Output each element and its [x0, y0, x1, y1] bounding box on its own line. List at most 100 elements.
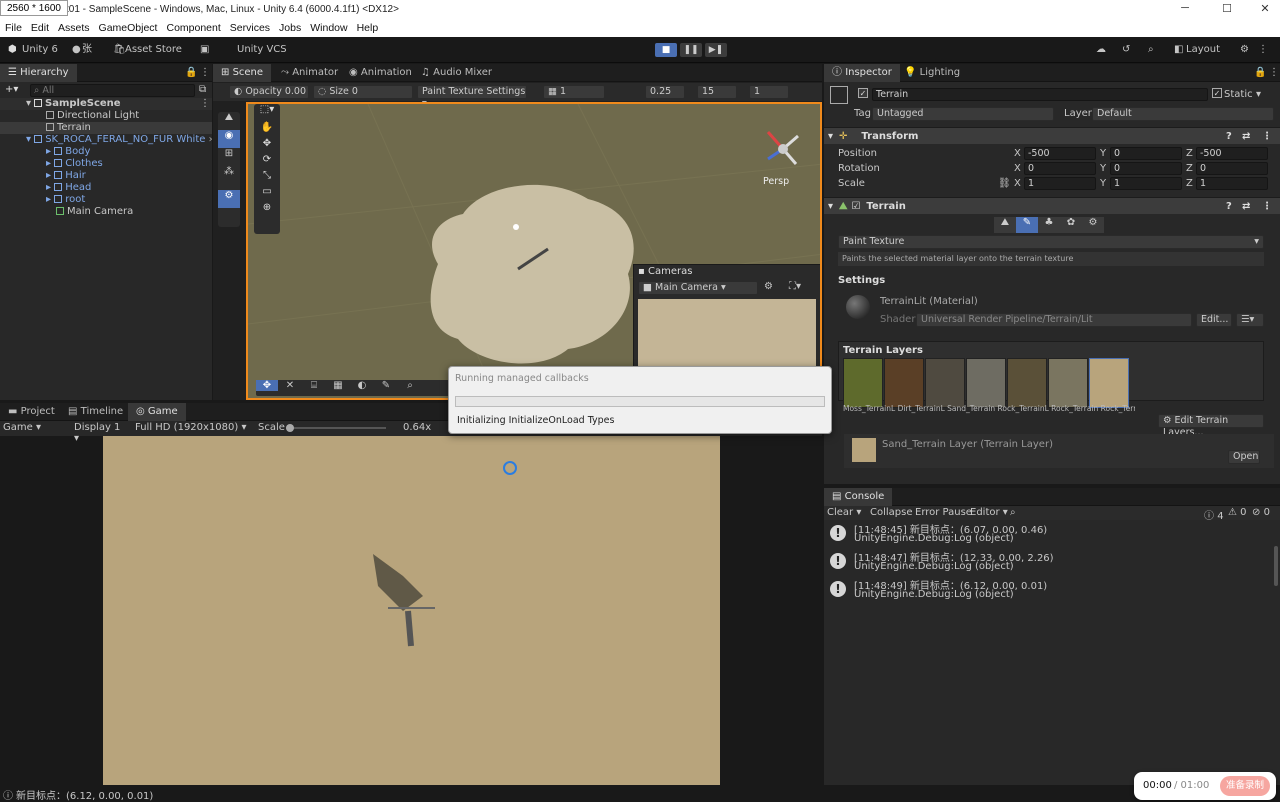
static-dropdown[interactable]: ▾ — [1256, 89, 1261, 100]
detail-icon[interactable]: ✿ — [1060, 217, 1082, 233]
paint-tool-icon[interactable]: ◉ — [218, 130, 240, 148]
camera-settings-icon[interactable]: ⚙ — [764, 281, 773, 292]
game-mode-dropdown[interactable]: Game ▾ — [3, 422, 67, 433]
paint-settings-dropdown[interactable]: Paint Texture Settings ▾ — [417, 85, 527, 109]
hierarchy-item[interactable]: ▾ SK_ROCA_FERAL_NO_FUR White › — [26, 134, 213, 146]
brush-icon[interactable]: ⌸ — [302, 380, 326, 391]
static-checkbox[interactable]: ✓ — [1212, 88, 1222, 98]
rect-tool-icon[interactable]: ▭ — [254, 186, 280, 202]
tab-animation[interactable]: ◉ Animation — [341, 64, 420, 82]
z-field[interactable]: -500 — [1196, 147, 1268, 160]
transform-tool-icon[interactable]: ⊕ — [254, 202, 280, 218]
menu-gameobject[interactable]: GameObject — [99, 20, 158, 37]
more-icon[interactable]: ⋮ — [1258, 42, 1268, 58]
error-count[interactable]: ⊘ 0 — [1252, 507, 1270, 518]
lock-icon[interactable]: 🔒 — [185, 67, 197, 78]
brush-icon[interactable]: ✕ — [278, 380, 302, 391]
layout-dropdown[interactable]: Layout — [1186, 42, 1220, 58]
pause-button[interactable]: ❚❚ — [680, 43, 702, 57]
hierarchy-search-input[interactable]: ⌕ All — [30, 84, 195, 97]
tab-audio-mixer[interactable]: ♫ Audio Mixer — [413, 64, 500, 82]
name-field[interactable]: Terrain — [872, 88, 1208, 101]
grid-dropdown[interactable]: ▦ 1 — [543, 85, 605, 99]
z-field[interactable]: 1 — [1196, 177, 1268, 190]
brush-icon[interactable]: ▦ — [326, 380, 350, 391]
menu-edit[interactable]: Edit — [31, 20, 49, 37]
search-icon[interactable]: ⌕ — [1010, 507, 1016, 518]
tab-animator[interactable]: ⤳ Animator — [273, 64, 346, 82]
active-checkbox[interactable]: ✓ — [858, 88, 868, 98]
user-dropdown[interactable]: 张 — [82, 42, 92, 58]
menu-component[interactable]: Component — [166, 20, 220, 37]
hierarchy-item[interactable]: ▸ Hair — [46, 170, 86, 182]
warning-count[interactable]: ⚠ 0 — [1228, 507, 1247, 518]
tag-dropdown[interactable]: Untagged — [872, 107, 1054, 121]
menu-icon[interactable]: ⋮ — [200, 67, 210, 78]
editor-dropdown[interactable]: Editor ▾ — [970, 507, 1008, 518]
link-icon[interactable]: ⛓ — [998, 177, 1011, 191]
y-field[interactable]: 0 — [1110, 147, 1182, 160]
open-button[interactable]: Open — [1228, 450, 1260, 464]
paint-brush-icon[interactable]: ✎ — [1016, 217, 1038, 233]
hierarchy-item[interactable]: ▸ root — [46, 194, 85, 206]
layer-swatch[interactable] — [1007, 358, 1047, 408]
z-field[interactable]: 0 — [1196, 162, 1268, 175]
menu-assets[interactable]: Assets — [58, 20, 90, 37]
tab-scene[interactable]: ⊞ Scene — [213, 64, 272, 82]
terrain-settings-icon[interactable]: ⚙ — [218, 190, 240, 208]
settings-icon[interactable]: ⚙ — [1240, 42, 1249, 58]
layer-swatch[interactable] — [966, 358, 1006, 408]
play-button[interactable]: ■ — [655, 43, 677, 57]
preset-icon[interactable]: ⇄ — [1242, 198, 1250, 215]
slider-handle[interactable] — [286, 424, 294, 432]
maximize-button[interactable]: ☐ — [1212, 2, 1242, 18]
hierarchy-item[interactable]: Main Camera — [56, 206, 133, 218]
layer-swatch[interactable] — [884, 358, 924, 408]
tab-inspector[interactable]: ⓘ Inspector — [824, 64, 900, 82]
info-count[interactable]: ⓘ 4 — [1204, 507, 1224, 522]
hierarchy-item[interactable]: ▸ Body — [46, 146, 90, 158]
tab-lighting[interactable]: 💡 Lighting — [896, 64, 968, 82]
hierarchy-item[interactable]: Directional Light — [46, 110, 139, 122]
menu-jobs[interactable]: Jobs — [279, 20, 301, 37]
search-icon[interactable]: ⌕ — [1148, 42, 1154, 58]
preset-icon[interactable]: ⇄ — [1242, 128, 1250, 145]
raise-lower-icon[interactable]: ⛰ — [994, 217, 1016, 233]
history-icon[interactable]: ↺ — [1122, 42, 1130, 58]
terrain-header[interactable]: ▾ ⛰ ☑ Terrain ? ⇄ ⋮ — [824, 197, 1280, 214]
terrain-enabled-checkbox[interactable]: ☑ — [851, 201, 860, 212]
detail-tool-icon[interactable]: ⁂ — [218, 166, 240, 184]
error-pause-button[interactable]: Error Pause — [915, 507, 972, 518]
hierarchy-item[interactable]: ▸ Head — [46, 182, 91, 194]
help-icon[interactable]: ? — [1226, 198, 1232, 215]
scene-viewport[interactable]: ⬚▾ ✋ ✥ ⟳ ⤡ ▭ ⊕ Persp ✥ ✕ ⌸ ▦ ◐ ✎ ⌕ ▪ Cameras ■… — [246, 102, 822, 400]
tab-timeline[interactable]: ▤ Timeline — [60, 403, 131, 421]
layer-swatch-selected[interactable] — [1089, 358, 1129, 408]
hierarchy-item-selected[interactable]: Terrain — [0, 122, 212, 134]
tab-project[interactable]: ▬ Project — [0, 403, 63, 421]
tab-game[interactable]: ◎ Game — [128, 403, 186, 421]
snap-field-1[interactable]: 0.25 — [645, 85, 685, 99]
collapse-button[interactable]: Collapse — [870, 507, 913, 518]
close-button[interactable]: ✕ — [1250, 2, 1280, 18]
filter-icon[interactable]: ⧉ — [199, 84, 206, 95]
expand-icon[interactable]: ⛶▾ — [789, 281, 801, 292]
layer-swatch[interactable] — [1048, 358, 1088, 408]
rotate-tool-icon[interactable]: ⟳ — [254, 154, 280, 170]
move-tool-icon[interactable]: ✥ — [254, 138, 280, 154]
record-button[interactable]: 准备录制 — [1220, 776, 1270, 796]
menu-window[interactable]: Window — [310, 20, 347, 37]
menu-icon[interactable]: ⋮ — [1262, 198, 1272, 215]
layer-swatch[interactable] — [843, 358, 883, 408]
terrain-tool-icon[interactable]: ⛰ — [218, 112, 240, 130]
transform-header[interactable]: ▾ ✛ Transform ? ⇄ ⋮ — [824, 127, 1280, 144]
y-field[interactable]: 1 — [1110, 177, 1182, 190]
tab-hierarchy[interactable]: ☰ Hierarchy — [0, 64, 77, 82]
shader-dropdown[interactable]: Universal Render Pipeline/Terrain/Lit — [916, 313, 1192, 327]
game-viewport[interactable] — [103, 436, 720, 785]
layer-swatch[interactable] — [925, 358, 965, 408]
scene-row[interactable]: ▾ SampleScene ⋮ — [0, 98, 212, 110]
shader-edit-button[interactable]: Edit... — [1196, 313, 1232, 327]
x-field[interactable]: 1 — [1024, 177, 1096, 190]
tree-tool-icon[interactable]: ⊞ — [218, 148, 240, 166]
